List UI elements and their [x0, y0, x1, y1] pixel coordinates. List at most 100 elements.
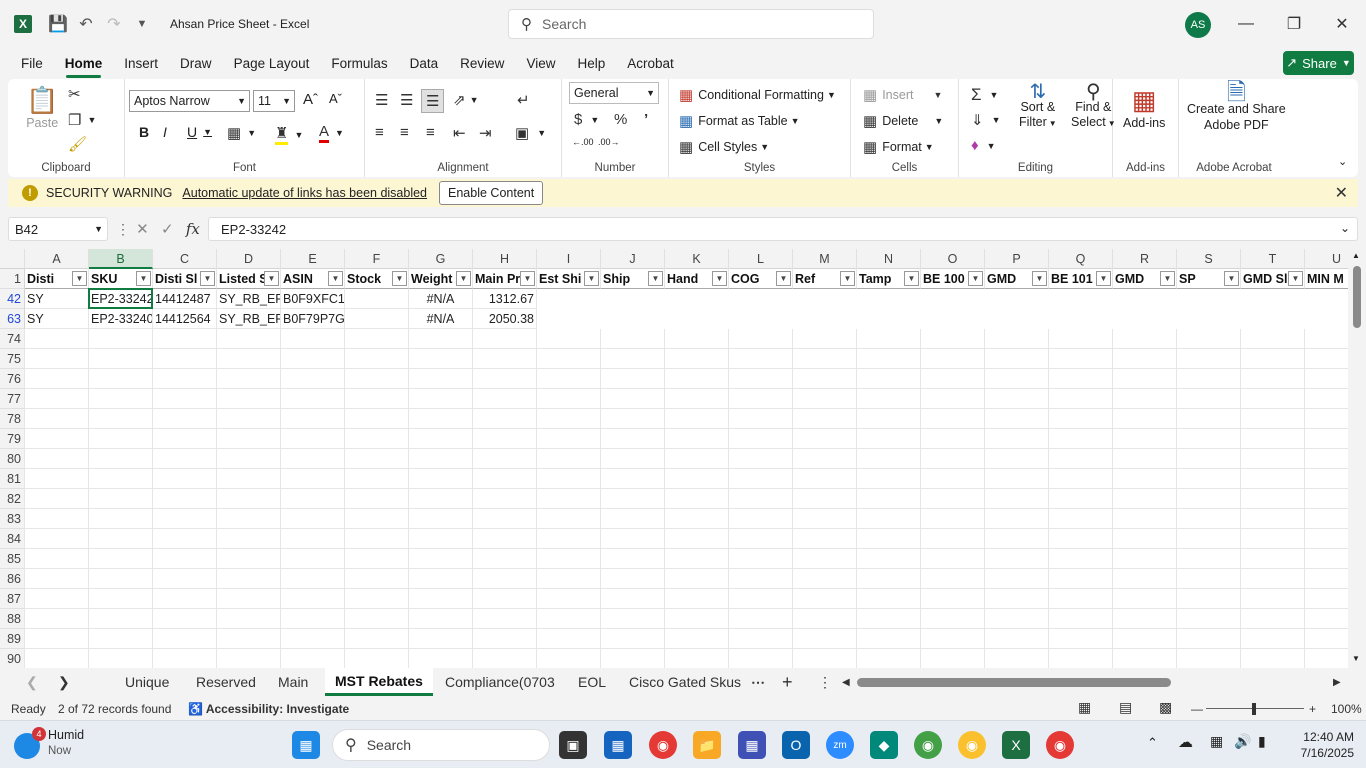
taskbar-search[interactable]: ⚲ Search	[332, 729, 550, 761]
select-all-corner[interactable]	[0, 249, 25, 269]
percent-icon[interactable]: %	[614, 111, 627, 128]
create-pdf-button[interactable]: 🗎 Create and Share Adobe PDF	[1187, 81, 1286, 133]
column-header-f[interactable]: F	[345, 249, 409, 269]
cut-icon[interactable]: ✂	[68, 85, 81, 103]
customize-qat-icon[interactable]: ▼	[128, 10, 156, 38]
row-header[interactable]: 89	[0, 629, 25, 649]
font-family-select[interactable]: Aptos Narrow ▼	[129, 90, 250, 112]
save-icon[interactable]: 💾	[44, 10, 72, 38]
table-cell[interactable]	[345, 309, 409, 329]
zoom-slider-thumb[interactable]	[1252, 703, 1256, 715]
header-cell[interactable]: GMD ▼	[1113, 269, 1177, 289]
italic-icon[interactable]: I	[163, 124, 167, 140]
header-cell[interactable]: BE 100 ▼	[921, 269, 985, 289]
enter-icon[interactable]: ✓	[161, 220, 174, 238]
font-color-icon[interactable]: A ▼	[319, 123, 344, 143]
align-left-icon[interactable]: ≡	[375, 124, 384, 141]
column-header-p[interactable]: P	[985, 249, 1049, 269]
column-header-a[interactable]: A	[25, 249, 89, 269]
chrome-profile-icon[interactable]: ◉	[914, 731, 942, 759]
row-header[interactable]: 90	[0, 649, 25, 668]
normal-view-icon[interactable]: ▦	[1078, 699, 1091, 716]
insert-function-icon[interactable]: fx	[186, 220, 200, 238]
align-right-icon[interactable]: ≡	[426, 124, 435, 141]
increase-indent-icon[interactable]: ⇥	[479, 124, 492, 142]
number-format-select[interactable]: General ▼	[569, 82, 659, 104]
zoom-out-icon[interactable]: —	[1191, 702, 1203, 716]
row-header[interactable]: 75	[0, 349, 25, 369]
row-header[interactable]: 78	[0, 409, 25, 429]
table-cell[interactable]: #N/A	[409, 289, 473, 309]
table-cell[interactable]: SY	[25, 309, 89, 329]
filter-dropdown-icon[interactable]: ▼	[328, 271, 343, 286]
column-header-h[interactable]: H	[473, 249, 537, 269]
page-layout-view-icon[interactable]: ▤	[1119, 699, 1132, 716]
vertical-scroll-thumb[interactable]	[1353, 266, 1361, 328]
sheet-tab-mst-rebates[interactable]: MST Rebates	[325, 668, 433, 696]
cloud-offline-icon[interactable]: ☁	[1178, 733, 1193, 751]
column-header-j[interactable]: J	[601, 249, 665, 269]
sheet-options-icon[interactable]: ⋮	[818, 668, 832, 696]
header-cell[interactable]: GMD Sl ▼	[1241, 269, 1305, 289]
minimize-icon[interactable]: —	[1231, 10, 1261, 38]
outlook-icon[interactable]: O	[782, 731, 810, 759]
header-cell[interactable]: Est Shi ▼	[537, 269, 601, 289]
chrome-icon[interactable]: ◉	[649, 731, 677, 759]
header-cell[interactable]: Disti Sl ▼	[153, 269, 217, 289]
filter-dropdown-icon[interactable]: ▼	[712, 271, 727, 286]
comma-icon[interactable]: ’	[644, 111, 648, 128]
more-options-icon[interactable]: ⋮	[116, 221, 130, 238]
table-cell[interactable]: 1312.67	[473, 289, 537, 309]
row-header[interactable]: 88	[0, 609, 25, 629]
header-cell[interactable]: ASIN ▼	[281, 269, 345, 289]
row-header[interactable]: 74	[0, 329, 25, 349]
conditional-formatting-button[interactable]: ▦ Conditional Formatting ▼	[679, 86, 836, 104]
search-input[interactable]: ⚲ Search	[508, 9, 874, 39]
security-message-link[interactable]: Automatic update of links has been disab…	[182, 186, 427, 200]
header-cell[interactable]: Ref ▼	[793, 269, 857, 289]
row-header[interactable]: 76	[0, 369, 25, 389]
tab-data[interactable]: Data	[399, 48, 450, 78]
header-cell[interactable]: GMD ▼	[985, 269, 1049, 289]
table-cell[interactable]: 14412487	[153, 289, 217, 309]
header-cell[interactable]: COG ▼	[729, 269, 793, 289]
battery-icon[interactable]: ▮	[1258, 733, 1266, 750]
row-header[interactable]: 42	[0, 289, 25, 309]
filter-dropdown-icon[interactable]: ▼	[840, 271, 855, 286]
start-icon[interactable]: ▦	[292, 731, 320, 759]
merge-center-icon[interactable]: ▣ ▼	[515, 124, 546, 142]
worksheet-grid[interactable]: ABCDEFGHIJKLMNOPQRSTU 1 42 63 74 75 76 77 78 79 8…	[0, 249, 1366, 668]
header-cell[interactable]: Stock ▼	[345, 269, 409, 289]
collapse-ribbon-icon[interactable]: ⌄	[1338, 155, 1347, 168]
table-cell[interactable]: B0F79P7G9V	[281, 309, 345, 329]
filter-dropdown-icon[interactable]: ▼	[1288, 271, 1303, 286]
table-cell[interactable]: SY	[25, 289, 89, 309]
expand-formula-icon[interactable]: ⌄	[1340, 221, 1350, 235]
row-header[interactable]: 84	[0, 529, 25, 549]
sheet-tab-unique[interactable]: Unique	[125, 668, 169, 696]
filter-dropdown-icon[interactable]: ▼	[264, 271, 279, 286]
tab-page-layout[interactable]: Page Layout	[223, 48, 321, 78]
row-header[interactable]: 79	[0, 429, 25, 449]
column-header-g[interactable]: G	[409, 249, 473, 269]
underline-icon[interactable]: U ▼	[187, 124, 212, 140]
tab-draw[interactable]: Draw	[169, 48, 223, 78]
filter-dropdown-icon[interactable]: ▼	[72, 271, 87, 286]
add-sheet-icon[interactable]: +	[782, 668, 793, 696]
filter-dropdown-icon[interactable]: ▼	[1032, 271, 1047, 286]
filter-dropdown-icon[interactable]: ▼	[1224, 271, 1239, 286]
prev-sheet-icon[interactable]: ❮	[26, 668, 38, 696]
addins-button[interactable]: ▦ Add-ins	[1123, 85, 1165, 130]
restore-icon[interactable]: ❐	[1279, 10, 1309, 38]
bold-icon[interactable]: B	[139, 124, 149, 140]
table-cell[interactable]: 2050.38	[473, 309, 537, 329]
format-as-table-button[interactable]: ▦ Format as Table ▼	[679, 112, 800, 130]
horizontal-scroll-thumb[interactable]	[857, 678, 1171, 687]
column-header-b[interactable]: B	[89, 249, 153, 269]
increase-font-size-icon[interactable]: Aˆ	[303, 91, 318, 108]
column-header-c[interactable]: C	[153, 249, 217, 269]
vertical-scrollbar[interactable]: ▲ ▼	[1348, 249, 1366, 668]
zoom-in-icon[interactable]: +	[1309, 702, 1316, 716]
column-header-l[interactable]: L	[729, 249, 793, 269]
volume-icon[interactable]: 🔊	[1234, 733, 1251, 750]
